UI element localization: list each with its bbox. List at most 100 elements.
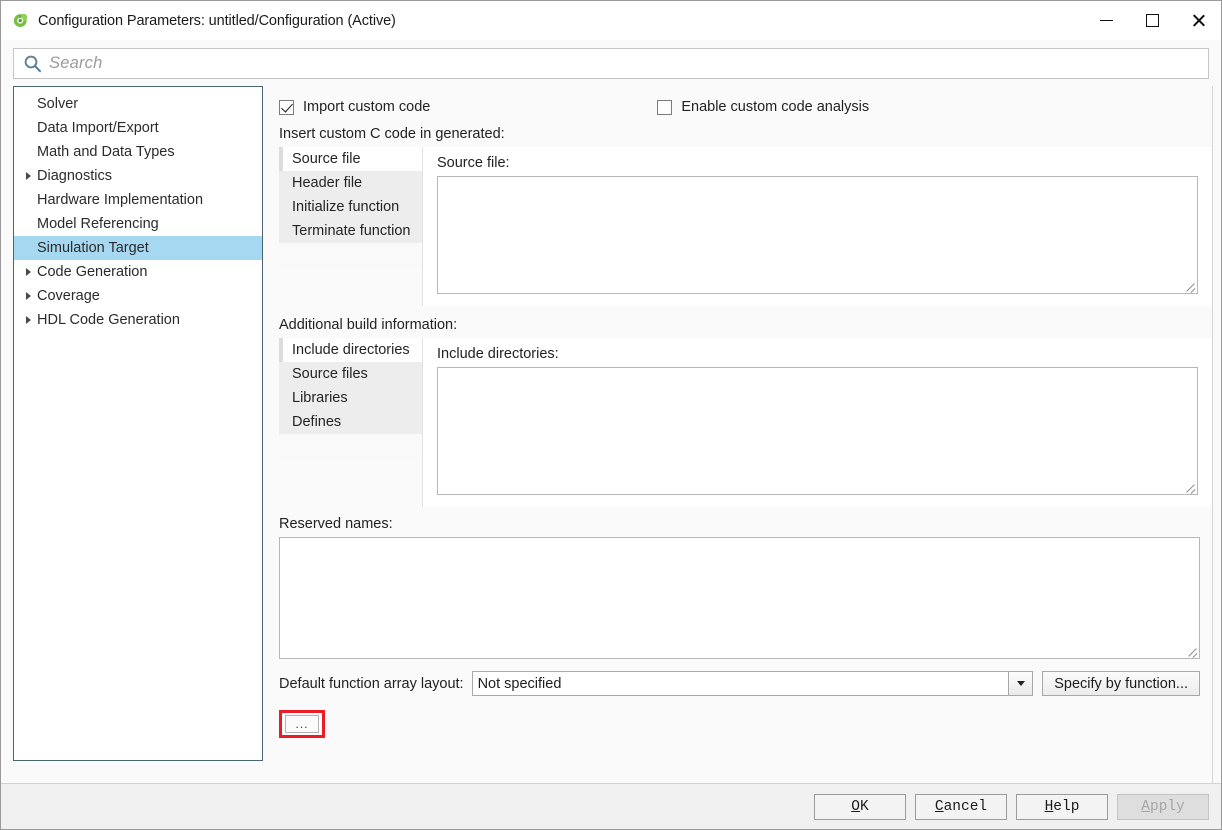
insert-code-panel: Source file:: [422, 147, 1212, 306]
tab-libraries[interactable]: Libraries: [279, 386, 422, 410]
default-function-array-layout-select[interactable]: Not specified: [472, 671, 1034, 696]
sidebar-item-data-import-export[interactable]: Data Import/Export: [14, 116, 262, 140]
sidebar-item-math-and-data-types[interactable]: Math and Data Types: [14, 140, 262, 164]
enable-custom-code-analysis-label: Enable custom code analysis: [681, 99, 869, 115]
sidebar-item-label: Code Generation: [37, 264, 147, 280]
maximize-button[interactable]: [1129, 1, 1175, 40]
sidebar-item-label: Solver: [37, 96, 78, 112]
sidebar-item-hdl-code-generation[interactable]: HDL Code Generation: [14, 308, 262, 332]
help-mnemonic: H: [1045, 799, 1054, 815]
minimize-icon: [1100, 20, 1113, 22]
specify-by-function-button[interactable]: Specify by function...: [1042, 671, 1200, 696]
tab-label: Defines: [292, 414, 341, 430]
dialog-body: Solver Data Import/Export Math and Data …: [1, 86, 1221, 783]
sidebar-item-label: Data Import/Export: [37, 120, 159, 136]
insert-code-tablist[interactable]: Source file Header file Initialize funct…: [279, 147, 422, 267]
expand-arrow-icon[interactable]: [20, 316, 37, 324]
include-directories-textarea[interactable]: [437, 367, 1198, 495]
build-info-section-label: Additional build information:: [279, 317, 1212, 333]
apply-mnemonic: A: [1141, 799, 1150, 815]
tab-source-file[interactable]: Source file: [279, 147, 422, 171]
sidebar-item-label: Math and Data Types: [37, 144, 175, 160]
sidebar-item-hardware-implementation[interactable]: Hardware Implementation: [14, 188, 262, 212]
sidebar-item-label: HDL Code Generation: [37, 312, 180, 328]
expand-arrow-icon[interactable]: [20, 268, 37, 276]
tab-defines[interactable]: Defines: [279, 410, 422, 434]
sidebar-item-coverage[interactable]: Coverage: [14, 284, 262, 308]
tab-label: Terminate function: [292, 223, 410, 239]
sidebar-item-label: Coverage: [37, 288, 100, 304]
import-custom-code-label: Import custom code: [303, 99, 430, 115]
build-info-tabgroup: Include directories Source files Librari…: [279, 338, 1212, 507]
checkbox-row: Import custom code Enable custom code an…: [279, 99, 1212, 115]
enable-custom-code-analysis-checkbox[interactable]: [657, 100, 672, 115]
tab-label: Header file: [292, 175, 362, 191]
tab-initialize-function[interactable]: Initialize function: [279, 195, 422, 219]
tab-label: Initialize function: [292, 199, 399, 215]
search-row: Search: [1, 40, 1221, 86]
insert-code-section-label: Insert custom C code in generated:: [279, 126, 1212, 142]
ellipsis-highlight-box: ...: [279, 710, 325, 738]
expand-arrow-icon[interactable]: [20, 172, 37, 180]
sidebar-item-model-referencing[interactable]: Model Referencing: [14, 212, 262, 236]
resize-grip-icon[interactable]: [1186, 645, 1198, 657]
ellipsis-button[interactable]: ...: [285, 715, 319, 733]
tab-label: Source files: [292, 366, 368, 382]
tab-include-directories[interactable]: Include directories: [279, 338, 422, 362]
tab-source-files[interactable]: Source files: [279, 362, 422, 386]
ok-button[interactable]: OK: [814, 794, 906, 820]
simulink-icon: [12, 12, 29, 29]
cancel-label-rest: ancel: [944, 799, 988, 815]
build-info-panel: Include directories:: [422, 338, 1212, 507]
sidebar-item-code-generation[interactable]: Code Generation: [14, 260, 262, 284]
sidebar-item-simulation-target[interactable]: Simulation Target: [14, 236, 262, 260]
tab-label: Include directories: [292, 342, 410, 358]
sidebar-item-solver[interactable]: Solver: [14, 92, 262, 116]
ok-mnemonic: O: [851, 799, 860, 815]
close-icon: [1191, 13, 1206, 28]
insert-code-tabgroup: Source file Header file Initialize funct…: [279, 147, 1212, 306]
specify-by-function-label: Specify by function...: [1054, 676, 1188, 692]
settings-tree[interactable]: Solver Data Import/Export Math and Data …: [13, 86, 263, 761]
resize-grip-icon[interactable]: [1184, 481, 1196, 493]
sidebar-item-label: Model Referencing: [37, 216, 159, 232]
reserved-names-textarea[interactable]: [279, 537, 1200, 659]
source-file-textarea[interactable]: [437, 176, 1198, 294]
select-value: Not specified: [473, 672, 1009, 695]
cancel-mnemonic: C: [935, 799, 944, 815]
sidebar-item-label: Hardware Implementation: [37, 192, 203, 208]
default-function-array-layout-label: Default function array layout:: [279, 676, 464, 692]
minimize-button[interactable]: [1083, 1, 1129, 40]
default-function-array-layout-row: Default function array layout: Not speci…: [279, 671, 1200, 696]
window-title: Configuration Parameters: untitled/Confi…: [38, 13, 396, 29]
source-file-label: Source file:: [437, 155, 1198, 171]
tab-label: Source file: [292, 151, 361, 167]
simulation-target-pane: Import custom code Enable custom code an…: [263, 86, 1213, 783]
search-input[interactable]: Search: [13, 48, 1209, 79]
tab-label: Libraries: [292, 390, 348, 406]
window-controls: [1083, 1, 1221, 40]
include-directories-label: Include directories:: [437, 346, 1198, 362]
import-custom-code-checkbox[interactable]: [279, 100, 294, 115]
sidebar-item-label: Simulation Target: [37, 240, 149, 256]
title-bar: Configuration Parameters: untitled/Confi…: [1, 1, 1221, 40]
sidebar-item-diagnostics[interactable]: Diagnostics: [14, 164, 262, 188]
search-placeholder: Search: [49, 54, 102, 73]
dialog-footer: OK Cancel Help Apply: [1, 783, 1221, 829]
search-icon: [23, 54, 42, 73]
build-info-tablist[interactable]: Include directories Source files Librari…: [279, 338, 422, 458]
help-button[interactable]: Help: [1016, 794, 1108, 820]
apply-button: Apply: [1117, 794, 1209, 820]
tab-header-file[interactable]: Header file: [279, 171, 422, 195]
maximize-icon: [1146, 14, 1159, 27]
expand-arrow-icon[interactable]: [20, 292, 37, 300]
apply-label-rest: pply: [1150, 799, 1185, 815]
cancel-button[interactable]: Cancel: [915, 794, 1007, 820]
resize-grip-icon[interactable]: [1184, 280, 1196, 292]
configuration-parameters-dialog: Configuration Parameters: untitled/Confi…: [0, 0, 1222, 830]
ellipsis-label: ...: [295, 721, 308, 727]
tab-terminate-function[interactable]: Terminate function: [279, 219, 422, 243]
close-button[interactable]: [1175, 1, 1221, 40]
help-label-rest: elp: [1053, 799, 1079, 815]
chevron-down-icon[interactable]: [1008, 672, 1032, 695]
